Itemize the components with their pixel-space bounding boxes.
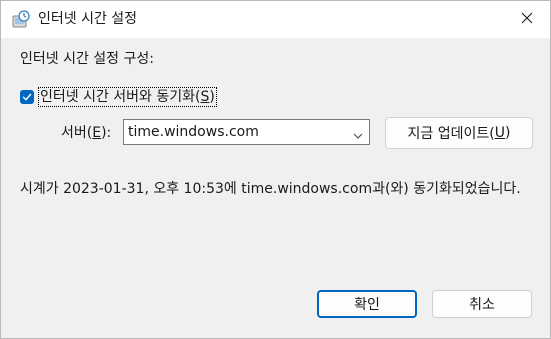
title-bar[interactable]: 인터넷 시간 설정	[1, 1, 550, 38]
server-dropdown-value: time.windows.com	[128, 124, 259, 140]
update-now-button[interactable]: 지금 업데이트(U)	[385, 117, 533, 149]
ok-button[interactable]: 확인	[317, 290, 417, 318]
sync-status-message: 시계가 2023-01-31, 오후 10:53에 time.windows.c…	[20, 181, 521, 197]
close-button[interactable]	[504, 1, 550, 38]
close-icon	[521, 12, 533, 28]
checkmark-icon	[22, 93, 32, 101]
sync-checkbox-row[interactable]: 인터넷 시간 서버와 동기화(S)	[20, 87, 217, 107]
internet-time-settings-dialog: 인터넷 시간 설정 인터넷 시간 설정 구성: 인터넷 시간 서버와 동기화(S…	[0, 0, 551, 339]
server-dropdown[interactable]: time.windows.com	[123, 119, 370, 145]
window-title: 인터넷 시간 설정	[38, 11, 138, 27]
sync-checkbox-label[interactable]: 인터넷 시간 서버와 동기화(S)	[38, 87, 217, 107]
section-heading: 인터넷 시간 설정 구성:	[20, 51, 154, 67]
clock-globe-icon	[12, 10, 30, 28]
sync-checkbox[interactable]	[20, 90, 34, 104]
chevron-down-icon[interactable]	[353, 128, 363, 139]
cancel-button[interactable]: 취소	[432, 290, 532, 318]
server-label: 서버(E):	[61, 125, 112, 141]
mnemonic-e: E	[92, 125, 102, 141]
mnemonic-u: U	[494, 125, 505, 141]
